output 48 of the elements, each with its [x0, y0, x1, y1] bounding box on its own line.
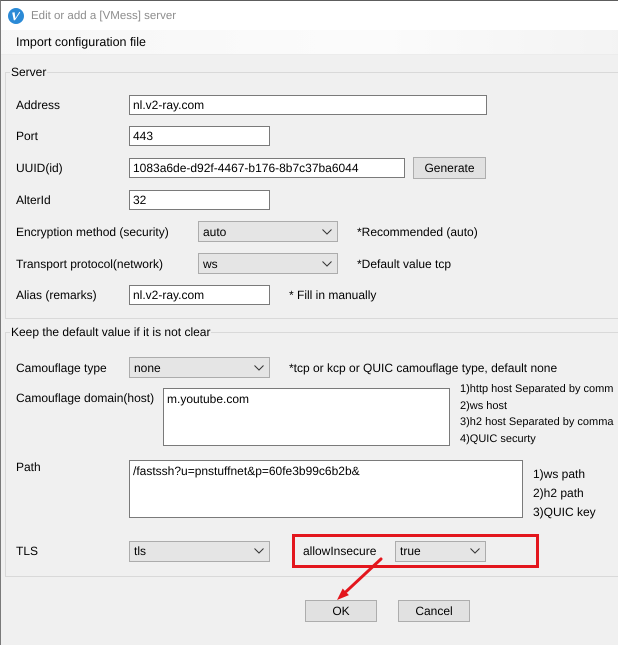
hint-text: *Default value tcp: [357, 256, 452, 270]
field-label: Transport protocol(network): [16, 256, 164, 270]
chevron-down-icon: [254, 364, 264, 370]
app-logo-icon: [8, 8, 24, 24]
hint-text: *Recommended (auto): [357, 224, 478, 238]
field-label: TLS: [16, 544, 40, 558]
chevron-down-icon: [254, 548, 264, 554]
dropdown[interactable]: none: [129, 357, 270, 378]
dropdown[interactable]: true: [395, 540, 486, 562]
chevron-down-icon: [470, 548, 480, 554]
field-label: Camouflage domain(host): [16, 390, 156, 405]
field-label: Port: [16, 129, 40, 143]
field-label: Encryption method (security): [16, 224, 170, 238]
note-text: 1)ws path: [533, 466, 586, 483]
note-text: 3)h2 host Separated by comma: [460, 415, 614, 430]
window-title: Edit or add a [VMess] server: [31, 10, 176, 22]
cancel-button[interactable]: Cancel: [398, 600, 470, 622]
field-label: Path: [16, 460, 42, 474]
field-label: UUID(id): [16, 161, 64, 175]
field-label: Address: [16, 98, 62, 112]
menu-item[interactable]: Import configuration file: [16, 35, 146, 49]
dropdown[interactable]: auto: [198, 221, 338, 242]
generate-button[interactable]: Generate: [413, 157, 486, 179]
text-field[interactable]: 1083a6de-d92f-4467-b176-8b7c37ba6044: [129, 158, 405, 178]
note-text: 2)h2 path: [533, 485, 585, 502]
note-text: 2)ws host: [460, 398, 508, 414]
chevron-down-icon: [322, 260, 332, 266]
text-field[interactable]: nl.v2-ray.com: [129, 285, 270, 305]
group-title: Keep the default value if it is not clear: [10, 325, 212, 339]
text-field[interactable]: 32: [129, 190, 270, 210]
text-area[interactable]: /fastssh?u=pnstuffnet&p=60fe3b99c6b2b&: [129, 460, 523, 518]
field-label: allowInsecure: [303, 544, 378, 558]
text-field[interactable]: nl.v2-ray.com: [129, 95, 487, 115]
group-title: Server: [10, 65, 48, 79]
ok-button[interactable]: OK: [305, 600, 377, 622]
chevron-down-icon: [322, 228, 332, 234]
field-label: AlterId: [16, 193, 52, 207]
note-text: 1)http host Separated by comm: [460, 382, 614, 397]
note-text: 4)QUIC securty: [460, 432, 537, 446]
field-label: Camouflage type: [16, 360, 108, 374]
hint-text: * Fill in manually: [289, 288, 376, 302]
dropdown[interactable]: ws: [198, 253, 338, 274]
text-area[interactable]: m.youtube.com: [163, 388, 450, 446]
dropdown[interactable]: tls: [129, 540, 270, 562]
text-field[interactable]: 443: [129, 126, 270, 146]
hint-text: *tcp or kcp or QUIC camouflage type, default none: [289, 360, 558, 374]
note-text: 3)QUIC key: [533, 504, 596, 521]
field-label: Alias (remarks): [16, 288, 98, 302]
